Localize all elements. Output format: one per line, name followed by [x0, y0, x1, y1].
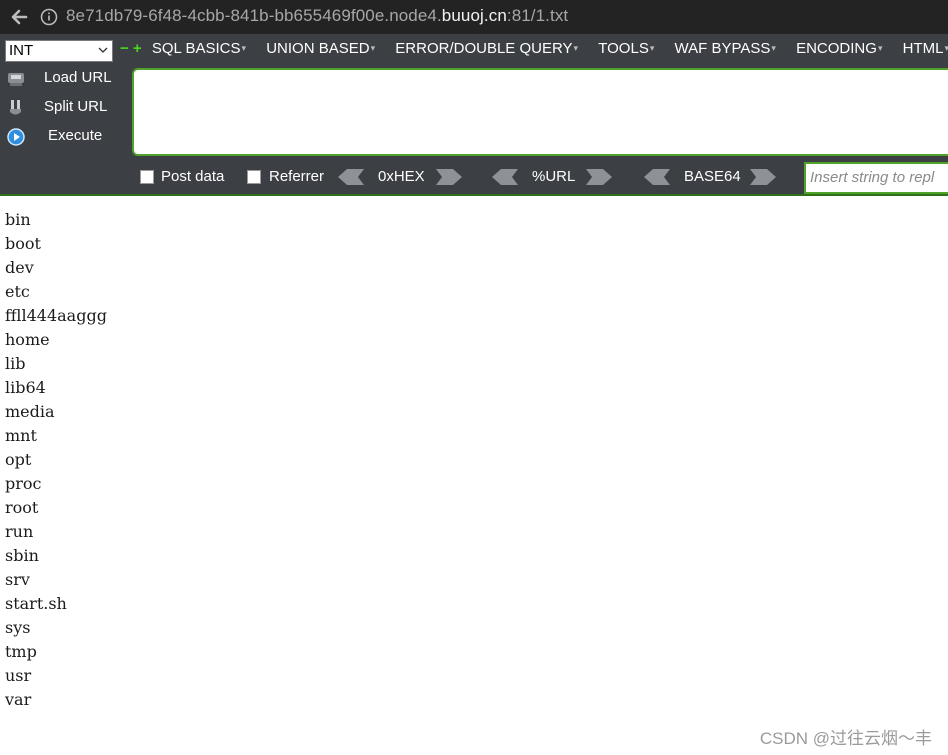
list-item: boot [5, 234, 41, 253]
directory-listing: bin boot dev etc ffll444aaggg home lib lib64 med… [5, 208, 107, 712]
back-arrow-icon[interactable] [8, 6, 30, 28]
list-item: root [5, 498, 39, 517]
chevron-down-icon: ▾ [241, 43, 247, 53]
hackbar-menu: − + SQL BASICS▾ UNION BASED▾ ERROR/DOUBL… [120, 40, 948, 62]
list-item: var [5, 690, 32, 709]
list-item: proc [5, 474, 42, 493]
arrow-right-icon[interactable] [436, 169, 462, 185]
post-data-label: Post data [161, 168, 225, 185]
list-item: sys [5, 618, 31, 637]
menu-label: ERROR/DOUBLE QUERY [395, 40, 573, 57]
replace-string-input[interactable]: Insert string to repl [804, 162, 948, 194]
menu-error-double-query[interactable]: ERROR/DOUBLE QUERY▾ [395, 40, 578, 57]
arrow-left-icon[interactable] [644, 169, 670, 185]
menu-waf-bypass[interactable]: WAF BYPASS▾ [675, 40, 776, 57]
list-item: home [5, 330, 50, 349]
menu-union-based[interactable]: UNION BASED▾ [266, 40, 375, 57]
list-item: lib [5, 354, 26, 373]
split-url-icon [10, 100, 21, 115]
url-prefix: 8e71db79-6f48-4cbb-841b-bb655469f00e.nod… [66, 6, 442, 25]
execute-label: Execute [48, 127, 103, 144]
base64-encode-control[interactable]: BASE64 [644, 166, 778, 190]
menu-encoding[interactable]: ENCODING▾ [796, 40, 882, 57]
info-icon[interactable] [40, 8, 58, 26]
arrow-left-icon[interactable] [492, 169, 518, 185]
arrow-right-icon[interactable] [586, 169, 612, 185]
menu-sql-basics[interactable]: SQL BASICS▾ [152, 40, 246, 57]
url-suffix: :81/1.txt [506, 6, 569, 25]
menu-label: SQL BASICS [151, 40, 241, 57]
url-field[interactable]: 8e71db79-6f48-4cbb-841b-bb655469f00e.nod… [66, 6, 568, 26]
list-item: bin [5, 210, 31, 229]
menu-label: ENCODING [796, 40, 877, 57]
load-url-icon [8, 73, 24, 86]
hackbar-panel: INT − + SQL BASICS▾ UNION BASED▾ ERROR/D… [0, 34, 948, 196]
injection-type-value: INT [9, 42, 34, 59]
menu-label: WAF BYPASS [674, 40, 771, 57]
menu-label: HTML [902, 40, 944, 57]
referrer-label: Referrer [269, 168, 325, 185]
load-url-label: Load URL [44, 69, 112, 86]
base64-label: BASE64 [684, 168, 741, 185]
chevron-down-icon [98, 47, 108, 53]
menu-label: UNION BASED [266, 40, 370, 57]
hex-encode-control[interactable]: 0xHEX [338, 166, 466, 190]
list-item: mnt [5, 426, 37, 445]
split-url-label: Split URL [44, 98, 108, 115]
url-domain: buuoj.cn [441, 6, 507, 25]
list-item: dev [5, 258, 34, 277]
chevron-down-icon: ▾ [771, 43, 776, 53]
chevron-down-icon: ▾ [649, 43, 655, 53]
list-item: media [5, 402, 55, 421]
list-item: run [5, 522, 34, 541]
menu-label: TOOLS [598, 40, 649, 57]
arrow-right-icon[interactable] [750, 169, 776, 185]
post-data-checkbox[interactable] [140, 170, 154, 184]
list-item: lib64 [5, 378, 46, 397]
chevron-down-icon: ▾ [573, 43, 579, 53]
url-textarea[interactable] [132, 68, 948, 156]
list-item: opt [5, 450, 32, 469]
referrer-checkbox[interactable] [247, 170, 261, 184]
list-item: tmp [5, 642, 37, 661]
chevron-down-icon: ▾ [944, 43, 948, 53]
chevron-down-icon: ▾ [877, 43, 883, 53]
play-icon [7, 128, 25, 146]
url-encode-control[interactable]: %URL [492, 166, 614, 190]
list-item: etc [5, 282, 30, 301]
list-item: srv [5, 570, 30, 589]
list-item: start.sh [5, 594, 67, 613]
watermark: CSDN @过往云烟～丰 [759, 729, 932, 748]
list-item: sbin [5, 546, 39, 565]
chevron-down-icon: ▾ [370, 43, 376, 53]
menu-html[interactable]: HTML▾ [903, 40, 948, 57]
url-enc-label: %URL [532, 168, 576, 185]
hex-label: 0xHEX [378, 168, 425, 185]
arrow-left-icon[interactable] [338, 169, 364, 185]
injection-type-select[interactable]: INT [5, 40, 113, 62]
browser-address-bar: 8e71db79-6f48-4cbb-841b-bb655469f00e.nod… [0, 0, 948, 34]
plus-minus-buttons[interactable]: − + [120, 40, 142, 57]
list-item: usr [5, 666, 32, 685]
list-item: ffll444aaggg [5, 306, 107, 325]
menu-tools[interactable]: TOOLS▾ [598, 40, 654, 57]
